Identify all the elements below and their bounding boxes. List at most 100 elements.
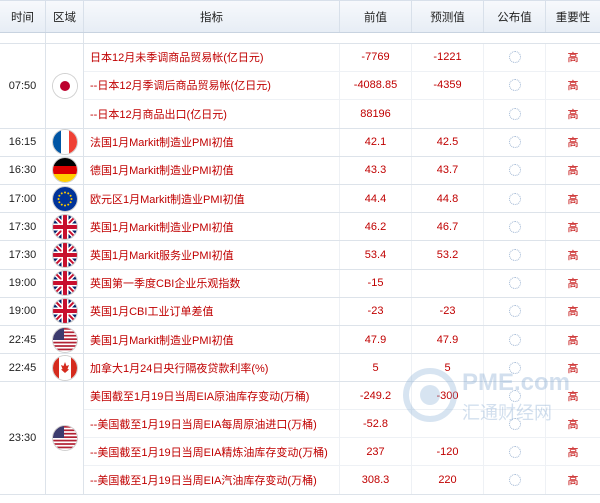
table-row[interactable]: --日本12月商品出口(亿日元) 88196 高 [84, 99, 600, 128]
region-cell [46, 213, 84, 241]
table-row[interactable]: 美国1月Markit制造业PMI初值 47.9 47.9 高 [84, 325, 600, 354]
published-value [484, 184, 546, 213]
table-row[interactable]: --美国截至1月19日当周EIA汽油库存变动(万桶) 308.3 220 高 [84, 466, 600, 495]
time-group: 16:15 法国1月Markit制造业PMI初值 42.1 42.5 高 [0, 128, 600, 157]
table-row[interactable]: 加拿大1月24日央行隔夜贷款利率(%) 5 5 高 [84, 354, 600, 382]
region-cell [46, 325, 84, 354]
header-importance[interactable]: 重要性 [546, 1, 600, 32]
published-value [484, 99, 546, 128]
loading-spinner-icon [508, 277, 521, 290]
indicator-name[interactable]: 美国1月Markit制造业PMI初值 [84, 325, 340, 354]
canada-flag-icon [52, 355, 77, 380]
loading-spinner-icon [508, 220, 521, 233]
indicator-name[interactable]: 日本12月未季调商品贸易帐(亿日元) [84, 44, 340, 71]
header-region[interactable]: 区域 [46, 1, 84, 32]
forecast-value [412, 99, 484, 128]
forecast-value: 44.8 [412, 184, 484, 213]
eu-flag-icon [52, 186, 77, 211]
previous-value: 237 [340, 438, 412, 466]
header-forecast[interactable]: 预测值 [412, 1, 484, 32]
published-value [484, 44, 546, 71]
table-row[interactable]: 英国1月Markit服务业PMI初值 53.4 53.2 高 [84, 241, 600, 269]
importance-level: 高 [567, 278, 579, 291]
table-row[interactable]: 美国截至1月19日当周EIA原油库存变动(万桶) -249.2 -300 高 [84, 382, 600, 411]
published-value [484, 128, 546, 156]
forecast-value: -120 [412, 438, 484, 466]
previous-value: 46.2 [340, 213, 412, 241]
forecast-value: 47.9 [412, 325, 484, 354]
indicator-name[interactable]: 英国1月Markit服务业PMI初值 [84, 241, 340, 269]
table-row[interactable]: 英国1月CBI工业订单差值 -23 -23 高 [84, 297, 600, 325]
forecast-value: 42.5 [412, 128, 484, 156]
table-row[interactable]: --日本12月季调后商品贸易帐(亿日元) -4088.85 -4359 高 [84, 71, 600, 100]
loading-spinner-icon [508, 474, 521, 487]
event-time: 23:30 [0, 382, 46, 495]
loading-spinner-icon [508, 445, 521, 458]
event-time: 17:30 [0, 213, 46, 241]
loading-spinner-icon [508, 389, 521, 402]
indicator-name[interactable]: 英国第一季度CBI企业乐观指数 [84, 269, 340, 297]
previous-value: 308.3 [340, 466, 412, 495]
time-group: 17:00 欧元区1月Markit制造业PMI初值 44.4 44.8 高 [0, 184, 600, 214]
table-row[interactable]: 英国1月Markit制造业PMI初值 46.2 46.7 高 [84, 213, 600, 241]
indicator-name[interactable]: 美国截至1月19日当周EIA原油库存变动(万桶) [84, 382, 340, 410]
importance-level: 高 [567, 390, 579, 403]
loading-spinner-icon [508, 248, 521, 261]
indicator-name[interactable]: --日本12月季调后商品贸易帐(亿日元) [84, 71, 340, 99]
indicator-name[interactable]: 法国1月Markit制造业PMI初值 [84, 128, 340, 156]
previous-value: 53.4 [340, 241, 412, 269]
economic-calendar: 时间 区域 指标 前值 预测值 公布值 重要性 07:50 日本12月未季调商品贸… [0, 0, 600, 503]
usa-flag-icon [52, 426, 77, 451]
event-time [0, 33, 46, 43]
uk-flag-icon [52, 299, 77, 324]
indicator-name[interactable]: 英国1月CBI工业订单差值 [84, 297, 340, 325]
table-row[interactable]: 欧元区1月Markit制造业PMI初值 44.4 44.8 高 [84, 184, 600, 213]
forecast-value: -1221 [412, 44, 484, 71]
header-indicator[interactable]: 指标 [84, 1, 340, 32]
published-value [484, 410, 546, 438]
region-cell [46, 44, 84, 128]
importance-level: 高 [567, 475, 579, 488]
time-group: 17:30 英国1月Markit制造业PMI初值 46.2 46.7 高 [0, 213, 600, 242]
importance-level: 高 [567, 221, 579, 234]
table-row[interactable]: 日本12月未季调商品贸易帐(亿日元) -7769 -1221 高 [84, 44, 600, 72]
importance-level: 高 [567, 137, 579, 150]
indicator-name[interactable]: --日本12月商品出口(亿日元) [84, 99, 340, 128]
loading-spinner-icon [508, 107, 521, 120]
table-row[interactable]: 英国第一季度CBI企业乐观指数 -15 高 [84, 269, 600, 297]
time-group: 16:30 德国1月Markit制造业PMI初值 43.3 43.7 高 [0, 156, 600, 185]
region-cell [46, 156, 84, 184]
indicator-name[interactable]: 加拿大1月24日央行隔夜贷款利率(%) [84, 354, 340, 382]
region-cell [46, 382, 84, 495]
time-group: 19:00 英国1月CBI工业订单差值 -23 -23 高 [0, 297, 600, 326]
indicator-name[interactable]: 德国1月Markit制造业PMI初值 [84, 156, 340, 184]
event-time: 16:15 [0, 128, 46, 156]
table-row[interactable]: 法国1月Markit制造业PMI初值 42.1 42.5 高 [84, 128, 600, 156]
forecast-value: 46.7 [412, 213, 484, 241]
region-cell [46, 128, 84, 156]
forecast-value [412, 269, 484, 297]
forecast-value: 53.2 [412, 241, 484, 269]
indicator-name[interactable]: --美国截至1月19日当周EIA汽油库存变动(万桶) [84, 466, 340, 495]
indicator-name[interactable]: 英国1月Markit制造业PMI初值 [84, 213, 340, 241]
importance-level: 高 [567, 52, 579, 65]
indicator-name[interactable]: --美国截至1月19日当周EIA每周原油进口(万桶) [84, 410, 340, 438]
loading-spinner-icon [508, 79, 521, 92]
table-row[interactable]: 德国1月Markit制造业PMI初值 43.3 43.7 高 [84, 156, 600, 184]
indicator-name[interactable]: --美国截至1月19日当周EIA精炼油库存变动(万桶) [84, 438, 340, 466]
time-group: 22:45 加拿大1月24日央行隔夜贷款利率(%) 5 5 高 [0, 354, 600, 383]
published-value [484, 382, 546, 410]
header-previous[interactable]: 前值 [340, 1, 412, 32]
usa-flag-icon [52, 327, 77, 352]
forecast-value: 43.7 [412, 156, 484, 184]
importance-level: 高 [567, 108, 579, 121]
event-time: 22:45 [0, 354, 46, 382]
importance-level: 高 [567, 80, 579, 93]
table-row[interactable]: --美国截至1月19日当周EIA每周原油进口(万桶) -52.8 高 [84, 410, 600, 439]
table-row[interactable]: --美国截至1月19日当周EIA精炼油库存变动(万桶) 237 -120 高 [84, 438, 600, 467]
header-time[interactable]: 时间 [0, 1, 46, 32]
header-published[interactable]: 公布值 [484, 1, 546, 32]
published-value [484, 269, 546, 297]
published-value [484, 241, 546, 269]
indicator-name[interactable]: 欧元区1月Markit制造业PMI初值 [84, 184, 340, 213]
